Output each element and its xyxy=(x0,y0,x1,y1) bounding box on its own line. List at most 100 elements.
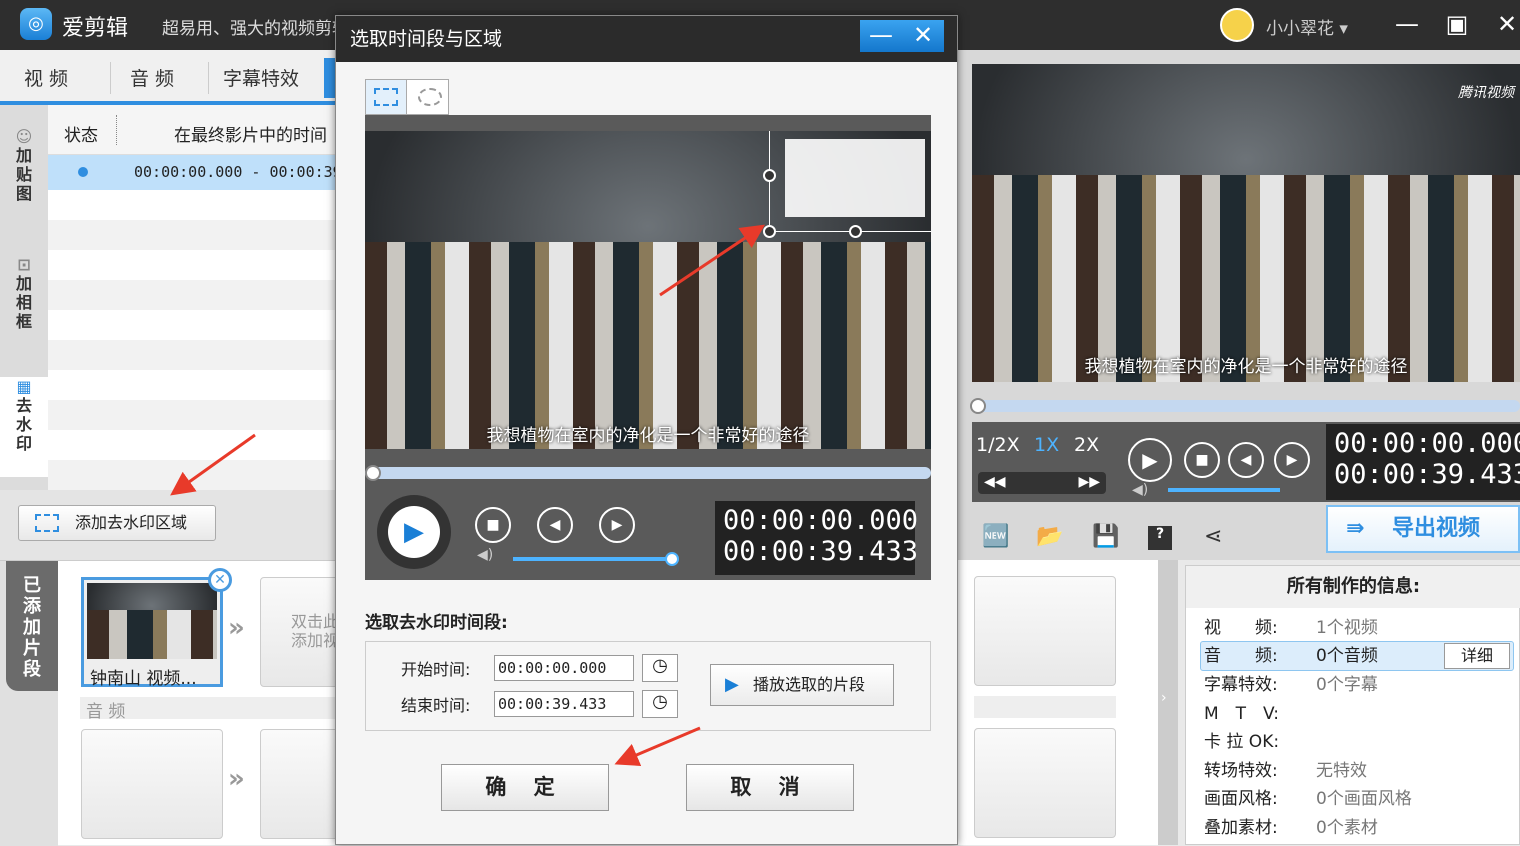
info-key: M T V: xyxy=(1204,704,1280,724)
sticker-icon: ☺ xyxy=(15,127,33,146)
info-row: 卡 拉 OK: xyxy=(1204,728,1514,756)
region-handle[interactable] xyxy=(763,225,776,238)
info-key: 字幕特效: xyxy=(1204,675,1278,695)
info-row: 视 频: 1个视频 xyxy=(1204,614,1514,642)
add-watermark-region-button[interactable]: 添加去水印区域 xyxy=(18,505,216,541)
sidebar-item-add-sticker[interactable]: ☺ 加 贴 图 xyxy=(0,127,48,237)
dialog-progress-slider[interactable] xyxy=(365,465,931,481)
dialog-close-icon[interactable]: ✕ xyxy=(902,20,944,52)
new-project-icon[interactable]: 🆕 xyxy=(982,524,1009,549)
tab-added-clips[interactable]: 已 添 加 片 段 xyxy=(6,561,58,691)
speed-2x[interactable]: 2X xyxy=(1074,434,1099,456)
app-logo-icon: ◎ xyxy=(20,8,52,40)
total-time: 00:00:39.433 xyxy=(723,536,919,567)
time-display: 00:00:00.000 00:00:39.433 xyxy=(715,501,919,575)
info-row[interactable]: 音 频: 0个音频 详细 xyxy=(1204,642,1514,670)
stop-icon[interactable]: ■ xyxy=(1184,442,1220,478)
prev-frame-icon[interactable]: ◀ xyxy=(1228,442,1264,478)
slider-handle[interactable] xyxy=(365,465,381,481)
cancel-button[interactable]: 取 消 xyxy=(686,764,854,811)
empty-audio-slot[interactable] xyxy=(81,729,223,839)
ok-button[interactable]: 确 定 xyxy=(441,764,609,811)
volume-slider[interactable] xyxy=(513,552,679,566)
share-icon[interactable]: ⋖ xyxy=(1204,524,1222,549)
rect-select-icon xyxy=(374,88,398,106)
open-folder-icon[interactable]: 📂 xyxy=(1036,524,1063,549)
minimize-icon[interactable]: — xyxy=(1390,8,1424,40)
end-time-input[interactable]: 00:00:39.433 xyxy=(494,691,634,717)
rect-select-tool[interactable] xyxy=(366,80,407,114)
next-frame-icon[interactable]: ▶ xyxy=(599,507,635,543)
tab-subtitle-effects[interactable]: 字幕特效 xyxy=(223,64,299,91)
table-row xyxy=(48,220,338,250)
pick-start-time-icon[interactable]: ◷ xyxy=(642,654,678,682)
empty-clip-slot[interactable] xyxy=(974,576,1116,686)
slider-handle[interactable] xyxy=(970,398,986,414)
speed-half[interactable]: 1/2X xyxy=(976,434,1020,456)
volume-icon[interactable]: ◀) xyxy=(477,547,493,563)
close-icon[interactable]: ✕ xyxy=(1490,8,1520,40)
audio-track-label: 音 频 xyxy=(80,697,338,722)
chevron-right-icon: » xyxy=(228,613,245,643)
play-selected-segment-button[interactable]: ▶ 播放选取的片段 xyxy=(710,664,894,706)
save-icon[interactable]: 💾 xyxy=(1092,524,1119,549)
prev-frame-icon[interactable]: ◀ xyxy=(537,507,573,543)
sidebar-item-remove-watermark[interactable]: ▦ 去 水 印 xyxy=(0,377,48,477)
watermark-icon: ▦ xyxy=(16,377,32,396)
time-display: 00:00:00.000 00:00:39.433 xyxy=(1326,424,1520,500)
timeline-right: › xyxy=(958,560,1178,845)
user-menu[interactable]: 小小翠花 ▾ xyxy=(1266,14,1348,39)
next-frame-icon[interactable]: ▶ xyxy=(1274,442,1310,478)
stop-icon[interactable]: ■ xyxy=(475,507,511,543)
clip-thumbnail[interactable]: 钟南山 视频... ✕ xyxy=(81,568,232,689)
preview-progress-slider[interactable] xyxy=(970,398,1520,414)
info-row: M T V: xyxy=(1204,700,1514,728)
details-button[interactable]: 详细 xyxy=(1444,643,1510,669)
volume-slider[interactable] xyxy=(1168,488,1280,492)
tab-audio[interactable]: 音 频 xyxy=(130,64,174,91)
tab-video[interactable]: 视 频 xyxy=(24,64,68,91)
jog-shuttle[interactable]: ◀◀ ▶▶ xyxy=(978,472,1106,494)
start-time-input[interactable]: 00:00:00.000 xyxy=(494,655,634,681)
table-row xyxy=(48,280,338,310)
empty-audio-slot[interactable] xyxy=(260,729,340,839)
maximize-icon[interactable]: ▣ xyxy=(1440,8,1474,40)
list-header: 状态 在最终影片中的时间 xyxy=(48,105,338,155)
button-label: 播放选取的片段 xyxy=(753,675,866,694)
empty-clip-slot[interactable]: 双击此处 添加视频 xyxy=(260,577,340,687)
dialog-video[interactable]: 我想植物在室内的净化是一个非常好的途径 xyxy=(365,131,931,449)
sidebar-item-add-frame[interactable]: ⊡ 加 相 框 xyxy=(0,255,48,365)
ellipse-select-icon[interactable] xyxy=(418,88,442,106)
remove-clip-icon[interactable]: ✕ xyxy=(208,568,232,592)
divider xyxy=(208,62,209,94)
button-label: 导出视频 xyxy=(1392,516,1481,541)
info-key: 视 频: xyxy=(1204,618,1278,638)
clip-image xyxy=(87,609,217,659)
info-value: 0个素材 xyxy=(1316,818,1378,838)
region-handle[interactable] xyxy=(849,225,862,238)
export-video-button[interactable]: ⇛ 导出视频 xyxy=(1326,505,1520,553)
info-value: 1个视频 xyxy=(1316,618,1378,638)
info-key: 叠加素材: xyxy=(1204,818,1278,838)
collapse-handle[interactable]: › xyxy=(1158,560,1178,845)
info-row: 字幕特效: 0个字幕 xyxy=(1204,671,1514,699)
info-key: 转场特效: xyxy=(1204,761,1278,781)
info-value: 0个字幕 xyxy=(1316,675,1378,695)
help-icon[interactable]: ? xyxy=(1148,526,1172,550)
region-handle[interactable] xyxy=(763,169,776,182)
column-time[interactable]: 在最终影片中的时间 xyxy=(174,121,327,146)
table-row[interactable]: 00:00:00.000 - 00:00:39.433 xyxy=(48,155,378,190)
avatar[interactable] xyxy=(1220,8,1254,42)
play-button[interactable]: ▶ xyxy=(377,495,451,569)
play-icon[interactable]: ▶ xyxy=(1128,438,1172,482)
empty-audio-slot[interactable] xyxy=(974,728,1116,838)
speed-1x[interactable]: 1X xyxy=(1034,434,1059,456)
app-name: 爱剪辑 xyxy=(62,16,129,41)
slider-handle[interactable] xyxy=(665,552,679,566)
preview-video[interactable]: 腾讯视频 我想植物在室内的净化是一个非常好的途径 xyxy=(972,64,1520,382)
dialog-minimize-icon[interactable]: — xyxy=(860,20,902,52)
column-status[interactable]: 状态 xyxy=(64,121,98,146)
pick-end-time-icon[interactable]: ◷ xyxy=(642,690,678,718)
table-row xyxy=(48,460,338,490)
volume-icon[interactable]: ◀) xyxy=(1132,482,1148,498)
